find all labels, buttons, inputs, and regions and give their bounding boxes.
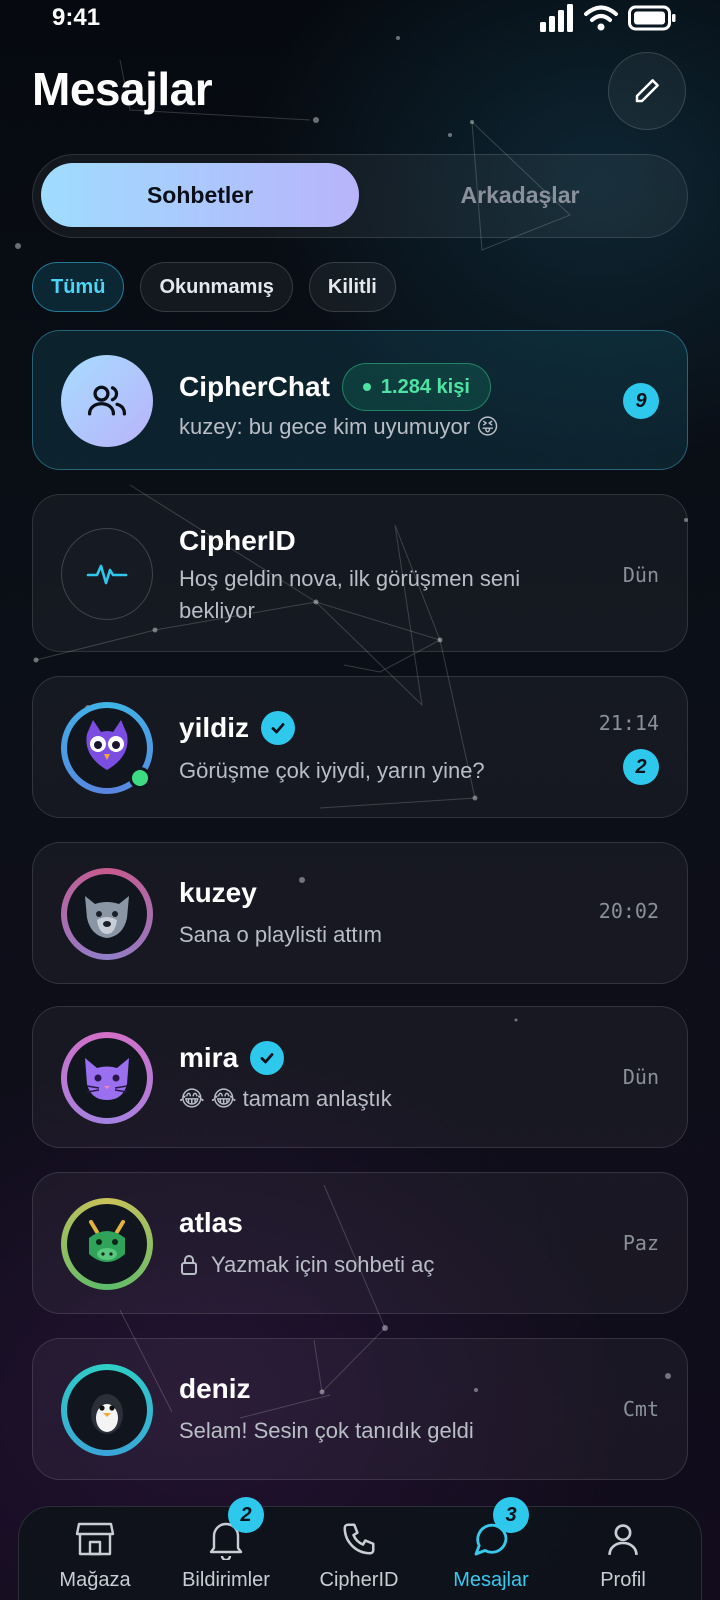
bottom-tab-bar: Mağaza 2 Bildirimler CipherID 3 Mesajlar [18,1497,702,1600]
compose-button[interactable] [608,52,686,130]
chat-last-message: kuzey: bu gece kim uyumuyor 😝 [179,414,500,439]
chat-time: 21:14 [598,711,659,735]
wolf-avatar [61,868,153,960]
tab-label: Profil [600,1569,646,1591]
member-count-badge: 1.284 kişi [341,363,491,411]
chat-time: Dün [622,563,659,587]
chat-row-cipherid[interactable]: CipherID Hoş geldin nova, ilk görüşmen s… [32,494,688,652]
chat-row-kuzey[interactable]: kuzey Sana o playlisti attım 20:02 [32,842,688,984]
notification-badge: 2 [228,1497,264,1533]
dragon-icon [67,1204,147,1284]
group-avatar [61,355,153,447]
tab-profil[interactable]: Profil [555,1507,691,1600]
lock-icon [181,1255,197,1275]
online-dot [362,383,371,391]
store-icon [75,1522,115,1556]
dragon-avatar [61,1198,153,1290]
chat-time: Cmt [622,1397,659,1421]
filter-chip-locked[interactable]: Kilitli [308,262,396,312]
wifi-icon [584,5,618,31]
profile-icon [608,1524,638,1555]
wolf-icon [67,874,147,954]
chat-row-mira[interactable]: mira 😂 😂 tamam anlaştık Dün [32,1006,688,1148]
tab-bildirimler[interactable]: 2 Bildirimler [158,1497,294,1600]
chat-last-message: 😂 😂 tamam anlaştık [179,1086,392,1111]
tab-mesajlar[interactable]: 3 Mesajlar [423,1497,559,1600]
chat-row-atlas[interactable]: atlas Yazmak için sohbeti aç Paz [32,1172,688,1314]
chat-time: Dün [622,1065,659,1089]
chat-last-message: Selam! Sesin çok tanıdık geldi [179,1418,474,1443]
chat-last-message-row: Yazmak için sohbeti aç [179,1249,434,1281]
chat-name: yildiz [179,712,250,743]
chat-name: CipherID [179,525,296,556]
chat-row-yildiz[interactable]: yildiz Görüşme çok iyiydi, yarın yine? 2… [32,676,688,818]
chat-time: 20:02 [598,899,659,923]
group-icon [87,385,127,416]
filter-chips: Tümü Okunmamış Kilitli [32,262,396,312]
tab-magaza[interactable]: Mağaza [27,1507,163,1600]
chat-last-message: Yazmak için sohbeti aç [211,1252,435,1277]
segmented-control: Sohbetler Arkadaşlar [32,154,688,238]
chat-row-deniz[interactable]: deniz Selam! Sesin çok tanıdık geldi Cmt [32,1338,688,1480]
tab-sohbetler[interactable]: Sohbetler [41,163,359,227]
chat-name: deniz [179,1373,251,1404]
tab-label: Bildirimler [182,1569,270,1591]
verified-icon [261,711,296,745]
cat-avatar [61,1032,153,1124]
chat-name: CipherChat [179,371,330,402]
penguin-avatar [61,1364,153,1456]
member-count: 1.284 kişi [380,375,470,398]
cat-icon [67,1038,147,1118]
pulse-icon [86,564,128,585]
online-indicator [129,767,151,789]
status-icons [540,4,676,32]
status-bar: 9:41 [0,0,720,36]
tab-arkadaslar[interactable]: Arkadaşlar [361,163,679,227]
battery-icon [628,5,676,31]
chat-row-cipherchat[interactable]: CipherChat 1.284 kişi kuzey: bu gece kim… [32,330,688,470]
penguin-icon [67,1370,147,1450]
phone-icon [343,1523,375,1555]
status-time: 9:41 [52,4,101,31]
chat-last-message-line2: bekliyor [179,598,255,623]
unread-badge: 9 [623,383,659,419]
chat-last-message: Görüşme çok iyiydi, yarın yine? [179,758,485,783]
tab-label: CipherID [319,1569,399,1591]
tab-label: Mesajlar [453,1569,529,1591]
chat-name: mira [179,1042,239,1073]
filter-chip-unread[interactable]: Okunmamış [140,262,293,312]
filter-chip-all[interactable]: Tümü [32,262,125,312]
verified-icon [250,1041,285,1075]
chat-last-message: Sana o playlisti attım [179,922,382,947]
chat-name-row: yildiz [179,711,296,745]
chat-last-message-line1: Hoş geldin nova, ilk görüşmen seni [179,566,521,591]
chat-name: atlas [179,1207,243,1238]
chat-name-row: mira [179,1041,285,1075]
page-title: Mesajlar [32,63,213,115]
signal-icon [540,4,573,32]
cipherid-avatar [61,528,153,620]
tab-label: Mağaza [59,1569,131,1591]
chat-name-row: CipherChat 1.284 kişi [179,363,491,411]
chat-name: kuzey [179,877,257,908]
tab-cipherid[interactable]: CipherID [291,1507,427,1600]
messages-badge: 3 [493,1497,529,1533]
unread-badge: 2 [623,749,659,785]
pencil-icon [635,79,659,103]
chat-time: Paz [622,1231,659,1255]
